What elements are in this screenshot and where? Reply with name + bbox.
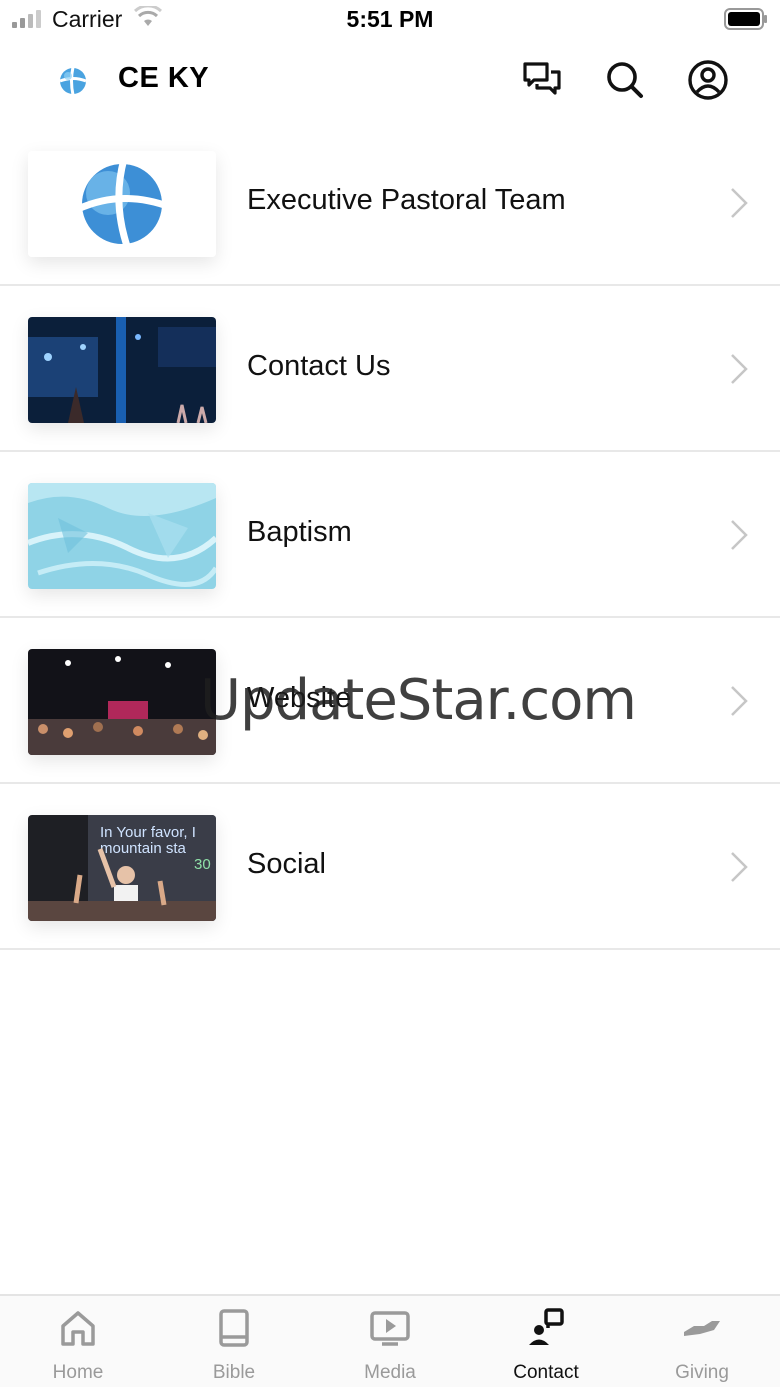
thumbnail-preacher: In Your favor, I mountain sta 30 [28,815,216,921]
list-item-label: Baptism [247,516,352,548]
list-item-baptism[interactable]: Baptism [0,452,780,618]
list-item-executive-pastoral-team[interactable]: Executive Pastoral Team [0,120,780,286]
tab-label: Giving [675,1362,729,1383]
play-icon [370,1311,410,1346]
tab-home[interactable]: Home [0,1296,156,1387]
giving-icon [684,1321,720,1336]
status-bar: Carrier 5:51 PM [0,0,780,40]
thumbnail-text-line1: In Your favor, I [100,824,196,841]
chevron-right-icon [731,354,748,384]
list-item-label: Contact Us [247,350,391,382]
chat-icon [523,62,561,95]
tab-label: Contact [513,1362,579,1383]
app-header: CE KY [0,40,780,120]
chat-button[interactable] [520,58,564,102]
list-item-label: Executive Pastoral Team [247,184,566,216]
profile-icon [688,60,728,100]
search-icon [607,62,643,98]
tab-bible[interactable]: Bible [156,1296,312,1387]
app-title: CE KY [118,62,210,94]
tab-media[interactable]: Media [312,1296,468,1387]
chevron-right-icon [731,188,748,218]
thumbnail-text-line3: 30 [194,856,211,873]
list-item-social[interactable]: In Your favor, I mountain sta 30 Social [0,784,780,950]
thumbnail-water [28,483,216,589]
tab-bar: Home Bible Media Contact Giving [0,1294,780,1387]
list-item-website[interactable]: Website [0,618,780,784]
chevron-right-icon [731,686,748,716]
thumbnail-congregation [28,649,216,755]
battery-icon [724,8,767,30]
church-logo-icon [59,66,87,96]
tab-label: Bible [212,1362,256,1383]
contact-list: Executive Pastoral Team Contact Us Bapti… [0,120,780,950]
chevron-right-icon [731,852,748,882]
tab-contact[interactable]: Contact [468,1296,624,1387]
status-time: 5:51 PM [346,6,434,32]
profile-button[interactable] [686,58,730,102]
home-icon [61,1311,95,1346]
list-item-contact-us[interactable]: Contact Us [0,286,780,452]
tab-label: Home [52,1362,104,1383]
tab-label: Media [364,1362,416,1383]
thumbnail-church-logo [28,151,216,257]
chevron-right-icon [731,520,748,550]
thumbnail-text-line2: mountain sta [100,840,187,857]
list-item-label: Social [247,848,326,880]
list-item-label: Website [247,682,352,714]
book-icon [219,1309,249,1347]
contact-icon [529,1308,564,1345]
tab-giving[interactable]: Giving [624,1296,780,1387]
thumbnail-worship-stage [28,317,216,423]
search-button[interactable] [603,58,647,102]
